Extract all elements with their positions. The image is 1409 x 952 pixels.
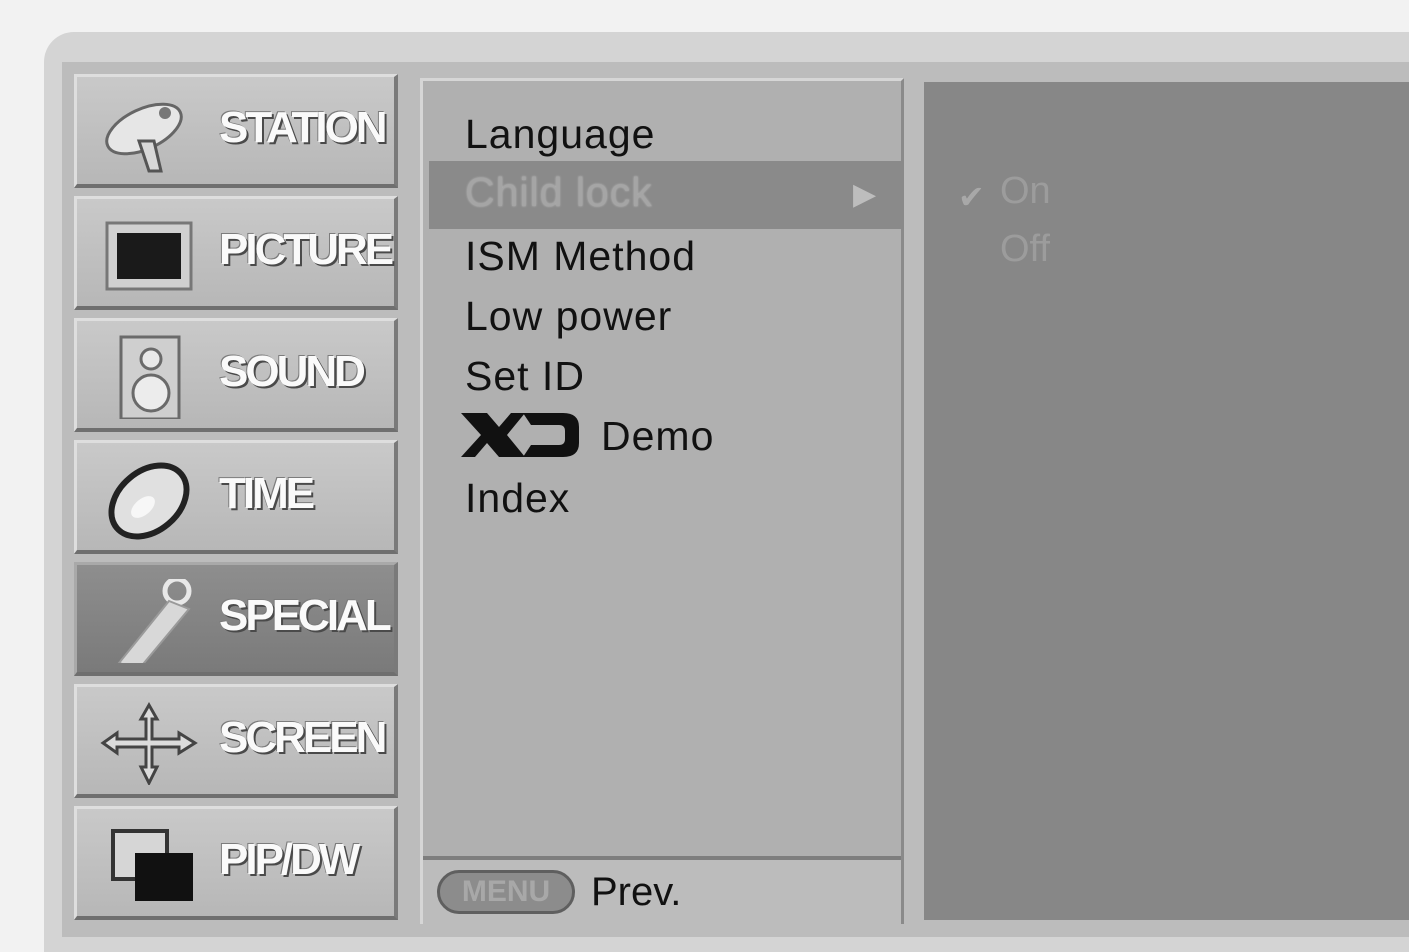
prev-label: Prev.: [591, 870, 682, 914]
menu-item-station[interactable]: STATION: [74, 74, 398, 188]
check-icon: ✔: [958, 179, 985, 215]
submenu-arrow-icon: ▶: [853, 178, 877, 211]
menu-label-screen: SCREEN: [219, 713, 387, 762]
menu-item-screen[interactable]: SCREEN: [74, 684, 398, 798]
menu-button[interactable]: MENU: [437, 870, 575, 914]
xd-logo-icon: [461, 413, 579, 458]
pip-windows-icon: [99, 823, 199, 907]
xd-demo-label: Demo: [601, 413, 715, 459]
submenu-item-set-id[interactable]: Set ID: [465, 353, 585, 400]
menu-label-time: TIME: [219, 469, 315, 518]
submenu-item-child-lock[interactable]: Child lock: [465, 169, 653, 216]
submenu-item-ism-method[interactable]: ISM Method: [465, 233, 696, 280]
menu-item-special[interactable]: SPECIAL: [74, 562, 398, 676]
satellite-dish-icon: [99, 91, 199, 175]
menu-label-pip-dw: PIP/DW: [219, 835, 360, 884]
menu-item-picture[interactable]: PICTURE: [74, 196, 398, 310]
option-off[interactable]: Off: [1000, 228, 1050, 271]
menu-item-pip-dw[interactable]: PIP/DW: [74, 806, 398, 920]
child-lock-options: ✔ On Off: [924, 82, 1409, 920]
menu-label-sound: SOUND: [219, 347, 366, 396]
submenu-item-low-power[interactable]: Low power: [465, 293, 672, 340]
option-on[interactable]: On: [1000, 170, 1051, 213]
submenu-item-index[interactable]: Index: [465, 475, 570, 522]
menu-label-station: STATION: [219, 103, 388, 152]
submenu-item-language[interactable]: Language: [465, 111, 655, 158]
menu-label-special: SPECIAL: [219, 591, 392, 640]
menu-label-picture: PICTURE: [219, 225, 394, 274]
submenu-item-xd-demo[interactable]: Demo: [461, 413, 714, 461]
move-arrows-icon: [99, 701, 199, 787]
menu-item-time[interactable]: TIME: [74, 440, 398, 554]
submenu-footer: MENU Prev.: [423, 856, 901, 924]
tv-screen-icon: [99, 213, 199, 297]
menu-item-sound[interactable]: SOUND: [74, 318, 398, 432]
speaker-icon: [99, 335, 199, 421]
special-submenu: Language Child lock ▶ ISM Method Low pow…: [420, 78, 904, 924]
key-tag-icon: [99, 576, 199, 671]
clock-icon: [99, 457, 199, 541]
